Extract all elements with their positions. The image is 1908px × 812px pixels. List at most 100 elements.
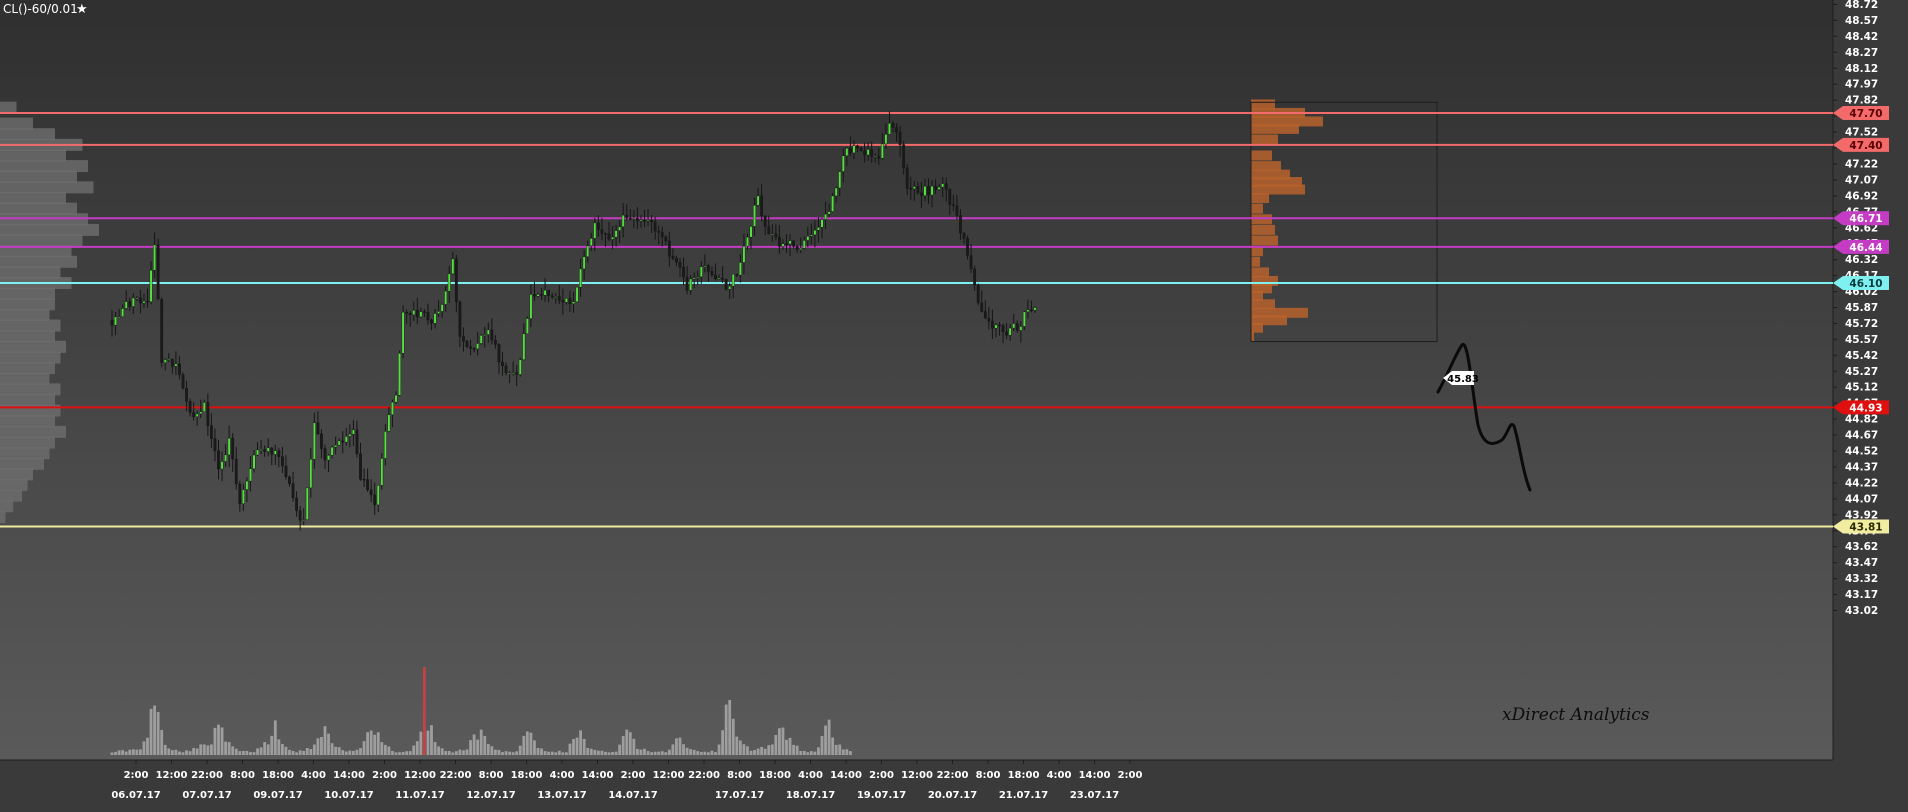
- bar-body: [856, 145, 859, 149]
- volume-bar: [433, 741, 437, 755]
- profile-bar: [1251, 203, 1263, 214]
- time-tick-label: 14:00: [333, 770, 365, 781]
- volume-bar: [387, 746, 391, 755]
- volume-bar: [486, 743, 490, 755]
- bar-body: [863, 150, 867, 156]
- bar-body: [987, 318, 991, 322]
- time-tick-label: 22:00: [440, 770, 472, 781]
- date-tick-label: 06.07.17: [111, 790, 160, 801]
- bar-body: [817, 227, 820, 231]
- volume-bar: [639, 749, 643, 755]
- volume-bar: [575, 737, 579, 755]
- profile-bar: [1251, 214, 1272, 225]
- volume-bar: [735, 736, 739, 755]
- last-price-marker: 45.83: [1443, 371, 1479, 385]
- left-profile-bar: [0, 383, 61, 396]
- left-profile-bar: [0, 500, 14, 513]
- left-profile-bar: [0, 298, 55, 311]
- bar-body: [543, 290, 547, 296]
- price-tick-label: 47.52: [1845, 127, 1878, 139]
- bar-body: [944, 183, 948, 190]
- volume-bar: [614, 751, 618, 755]
- volume-bar: [192, 748, 196, 755]
- chart-root: 45.83 48.72 48.57 48.42 48.27 48.12 47.97 47.8…: [0, 0, 1908, 808]
- price-tick-label: 45.27: [1845, 366, 1878, 378]
- left-profile-bar: [0, 101, 17, 114]
- bar-body: [522, 333, 526, 360]
- volume-bar: [849, 751, 852, 755]
- profile-bar: [1251, 299, 1275, 310]
- bar-body: [131, 297, 135, 307]
- volume-bar: [746, 746, 749, 755]
- price-bar: [575, 286, 579, 303]
- price-tick-label: 46.32: [1845, 254, 1878, 266]
- bar-body: [586, 245, 590, 257]
- bar-body: [550, 295, 554, 298]
- volume-bar: [330, 743, 334, 755]
- volume-bar: [206, 745, 210, 755]
- left-profile-bar: [0, 191, 66, 204]
- volume-bar: [334, 746, 338, 755]
- left-profile-bar: [0, 415, 55, 428]
- level-label: 46.71: [1833, 211, 1889, 226]
- volume-bar: [458, 749, 462, 755]
- bar-body: [227, 438, 231, 456]
- time-tick-label: 2:00: [124, 770, 149, 781]
- bar-body: [1030, 309, 1033, 311]
- bar-body: [572, 301, 575, 304]
- time-tick-label: 12:00: [653, 770, 685, 781]
- bar-body: [632, 218, 636, 220]
- volume-bar: [749, 750, 753, 755]
- level-label-text: 43.81: [1849, 522, 1882, 534]
- bar-body: [682, 267, 685, 278]
- bar-body: [920, 192, 923, 196]
- bar-body: [824, 213, 827, 220]
- bar-body: [181, 374, 185, 389]
- bar-body: [209, 425, 213, 439]
- bar-body: [188, 401, 192, 413]
- bar-body: [621, 215, 625, 227]
- bar-body: [263, 449, 267, 452]
- date-tick-label: 09.07.17: [253, 790, 302, 801]
- bar-body: [561, 300, 565, 303]
- bar-body: [490, 329, 494, 341]
- level-label: 46.44: [1833, 239, 1889, 254]
- volume-bar: [813, 751, 817, 755]
- volume-bar: [685, 747, 689, 755]
- price-tick-label: 43.02: [1845, 605, 1878, 617]
- bar-body: [905, 167, 909, 189]
- bar-body: [199, 411, 203, 415]
- left-profile-bar: [0, 404, 61, 417]
- bar-body: [781, 243, 785, 247]
- volume-bar: [781, 727, 785, 755]
- bar-body: [802, 240, 806, 249]
- bar-body: [983, 311, 987, 319]
- volume-bar: [721, 730, 724, 755]
- volume-bar: [444, 751, 448, 755]
- bar-body: [841, 155, 845, 172]
- bar-body: [600, 229, 604, 234]
- price-tick-label: 48.27: [1845, 47, 1878, 59]
- volume-bar: [763, 748, 767, 755]
- volume-bar: [426, 730, 430, 755]
- volume-bar: [256, 748, 259, 755]
- volume-bar: [163, 744, 167, 755]
- bar-body: [692, 277, 696, 280]
- volume-bar: [238, 751, 242, 755]
- left-profile-bar: [0, 489, 22, 502]
- volume-bar: [185, 750, 188, 755]
- price-bar: [518, 357, 522, 377]
- bar-body: [565, 298, 568, 303]
- volume-bar: [547, 751, 551, 755]
- bar-body: [423, 311, 426, 313]
- date-tick-label: 11.07.17: [395, 790, 444, 801]
- date-tick-label: 23.07.17: [1070, 790, 1119, 801]
- bar-body: [749, 226, 753, 238]
- favorite-star-icon[interactable]: ★: [76, 2, 88, 17]
- bar-body: [284, 465, 288, 478]
- volume-bar: [437, 746, 440, 755]
- price-tick-label: 44.67: [1845, 430, 1878, 442]
- profile-bar: [1251, 256, 1260, 267]
- volume-bar: [359, 748, 362, 755]
- bar-body: [866, 149, 870, 156]
